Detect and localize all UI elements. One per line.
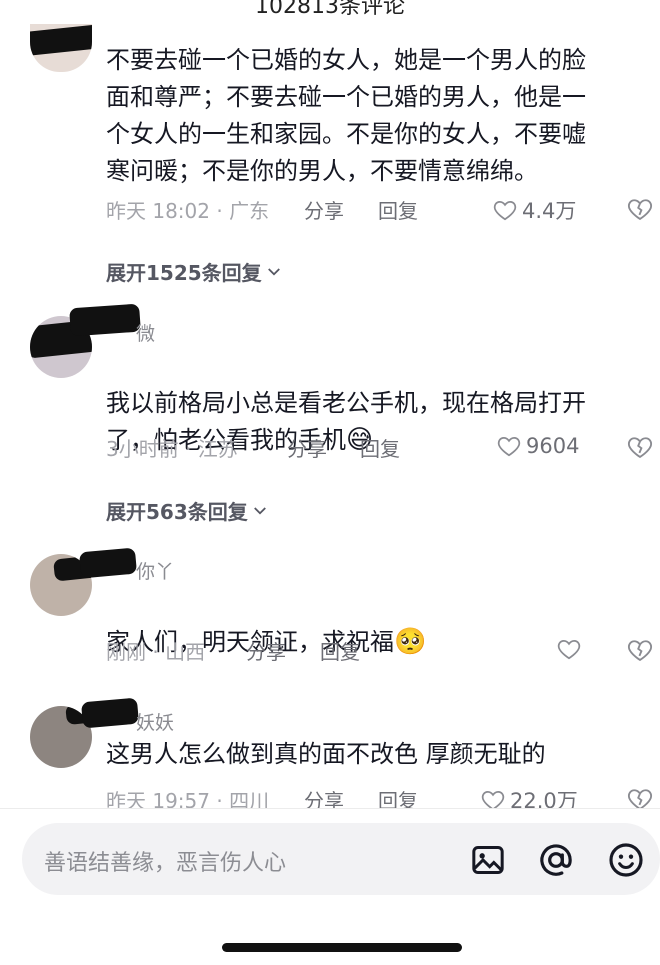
expand-replies-button[interactable]: 展开1525条回复 <box>106 257 283 286</box>
comment-input-placeholder: 善语结善缘，恶言伤人心 <box>44 851 287 876</box>
like-count: 4.4万 <box>522 199 577 223</box>
comment-meta: 昨天 18:02 · 广东 <box>106 194 269 224</box>
comment-meta: 刚刚 · 山西 <box>106 635 205 665</box>
reply-button[interactable]: 回复 <box>320 635 360 665</box>
username[interactable]: 妖妖 <box>136 708 174 735</box>
expand-label: 展开563条回复 <box>106 500 248 524</box>
image-icon[interactable] <box>468 840 508 880</box>
comments-header-title: 102813条评论 <box>255 0 405 19</box>
chevron-down-icon <box>253 506 266 515</box>
share-button[interactable]: 分享 <box>246 635 286 665</box>
share-button[interactable]: 分享 <box>304 194 344 224</box>
like-count: 9604 <box>526 434 580 458</box>
comment-meta: 3小时前 · 江苏 <box>106 432 238 462</box>
time-location: 刚刚 · 山西 <box>106 639 206 664</box>
heart-icon <box>497 437 521 457</box>
redaction-scribble <box>78 547 138 579</box>
at-icon[interactable] <box>536 840 576 880</box>
broken-heart-icon[interactable] <box>626 195 654 223</box>
broken-heart-icon[interactable] <box>626 433 654 461</box>
username[interactable]: 你丫 <box>136 557 174 584</box>
time-location: 昨天 18:02 · 广东 <box>106 198 270 223</box>
heart-icon <box>493 201 517 221</box>
like-button[interactable]: 9604 <box>496 433 579 459</box>
avatar[interactable] <box>30 24 92 72</box>
like-button[interactable]: 4.4万 <box>492 195 576 225</box>
share-button[interactable]: 分享 <box>287 432 327 462</box>
reply-button[interactable]: 回复 <box>360 432 400 462</box>
redaction-scribble <box>69 303 141 337</box>
reply-button[interactable]: 回复 <box>378 194 418 224</box>
username[interactable]: 微 <box>136 319 155 346</box>
comment-text: 不要去碰一个已婚的女人，她是一个男人的脸 面和尊严；不要去碰一个已婚的男人，他是… <box>106 46 586 185</box>
expand-label: 展开1525条回复 <box>106 261 262 285</box>
home-indicator[interactable] <box>222 943 462 952</box>
redaction-scribble <box>80 697 140 729</box>
broken-heart-icon[interactable] <box>626 636 654 664</box>
comment-input[interactable]: 善语结善缘，恶言伤人心 <box>22 823 660 895</box>
emoji: 🥺 <box>394 627 427 657</box>
redaction-scribble <box>30 24 92 57</box>
comment-input-bar: 善语结善缘，恶言伤人心 <box>0 808 660 965</box>
chevron-down-icon <box>267 267 280 276</box>
expand-replies-button[interactable]: 展开563条回复 <box>106 496 269 525</box>
emoji-icon[interactable] <box>606 840 646 880</box>
heart-icon <box>557 640 581 660</box>
comment-text: 这男人怎么做到真的面不改色 厚颜无耻的 <box>106 740 546 768</box>
like-button[interactable] <box>556 636 582 662</box>
time-location: 3小时前 · 江苏 <box>106 436 238 461</box>
